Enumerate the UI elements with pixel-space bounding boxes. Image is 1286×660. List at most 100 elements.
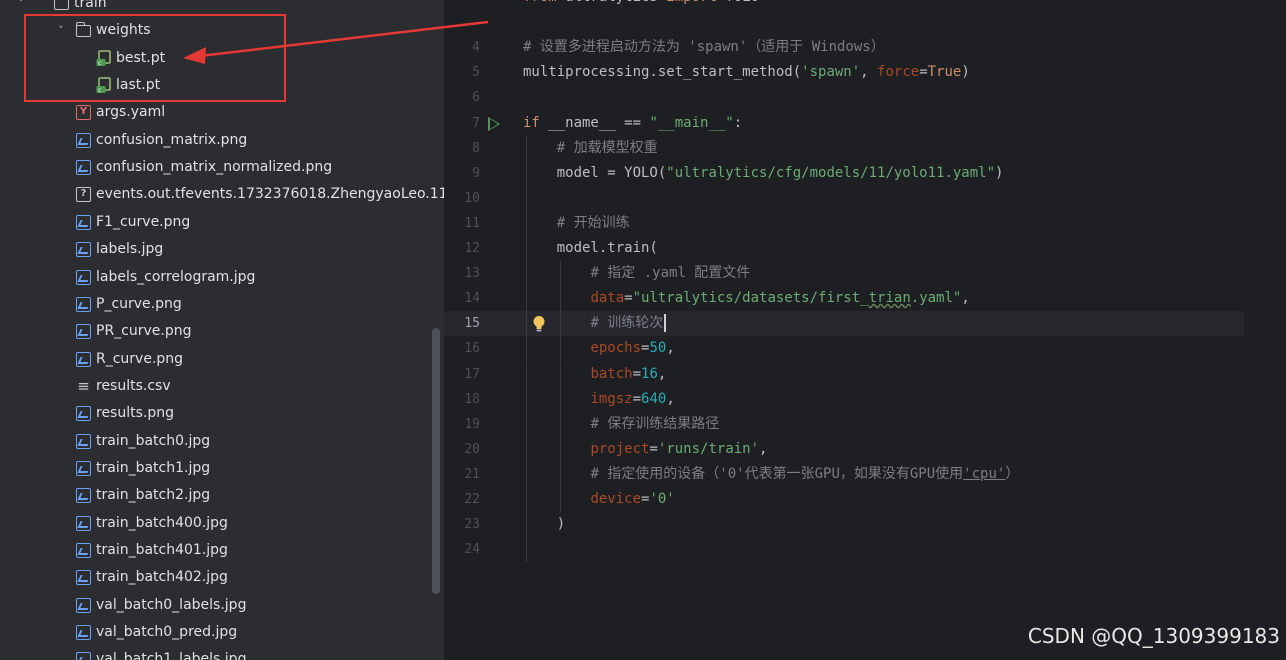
image-file-icon <box>76 214 91 230</box>
line-number: 15 <box>464 316 480 332</box>
code-token: , <box>657 365 667 382</box>
tree-file[interactable]: train_batch1.jpg <box>0 455 432 482</box>
yaml-file-icon: Y <box>76 105 91 121</box>
tree-file[interactable]: results.png <box>0 400 432 427</box>
code-line[interactable]: 7 if __name__ == "__main__": <box>444 111 1244 136</box>
line-number: 9 <box>472 165 480 181</box>
indent-guide <box>526 185 527 211</box>
code-line[interactable]: 16 epochs=50, <box>444 336 1244 362</box>
tree-scrollbar[interactable] <box>432 328 440 594</box>
code-token: # 开始训练 <box>556 214 630 231</box>
code-token: force <box>877 64 920 81</box>
code-token: "ultralytics/cfg/models/11/yolo11.yaml" <box>666 164 996 181</box>
code-line[interactable]: 11 # 开始训练 <box>444 210 1244 236</box>
code-line[interactable]: 15 # 训练轮次 <box>444 311 1244 337</box>
code-token: = <box>919 64 928 81</box>
lightbulb-icon[interactable] <box>532 315 546 333</box>
line-number: 19 <box>464 416 480 432</box>
unknown-file-icon: ? <box>76 187 91 203</box>
tree-file[interactable]: confusion_matrix.png <box>0 127 432 154</box>
code-line[interactable]: 24 <box>444 537 1244 563</box>
tree-item-label: results.png <box>96 405 174 422</box>
image-file-icon <box>76 132 91 148</box>
code-line[interactable]: 20 project='runs/train', <box>444 436 1244 462</box>
tree-file[interactable]: F1_curve.png <box>0 209 432 236</box>
tree-file[interactable]: val_batch0_labels.jpg <box>0 592 432 619</box>
tree-file[interactable]: train_batch2.jpg <box>0 482 432 509</box>
image-file-icon <box>76 460 91 476</box>
code-token: 'runs/train' <box>657 440 760 457</box>
tree-item-label: confusion_matrix_normalized.png <box>96 159 333 176</box>
tree-item-label: P_curve.png <box>96 295 182 312</box>
code-token: , <box>759 440 768 457</box>
code-editor[interactable]: from ultralytics import YOLO 4 # 设置多进程启动方法… <box>444 0 1244 660</box>
code-text: project='runs/train', <box>523 437 767 462</box>
code-line[interactable]: 17 batch=16, <box>444 361 1244 387</box>
tree-file[interactable]: val_batch0_pred.jpg <box>0 619 432 646</box>
code-line[interactable]: 21 # 指定使用的设备（'0'代表第一张GPU，如果没有GPU使用'cpu'） <box>444 461 1244 487</box>
line-number: 10 <box>464 190 480 206</box>
code-text: device='0' <box>523 487 675 512</box>
code-token: project <box>590 440 650 457</box>
code-token: __name__ == <box>539 114 650 131</box>
run-gutter-icon[interactable] <box>488 117 500 131</box>
tree-file[interactable]: train_batch0.jpg <box>0 428 432 455</box>
tree-file[interactable]: val_batch1_labels.jpg <box>0 646 432 660</box>
line-number: 11 <box>464 215 480 231</box>
code-line[interactable]: 8 # 加载模型权重 <box>444 135 1244 161</box>
code-line[interactable]: 19 # 保存训练结果路径 <box>444 411 1244 437</box>
line-number: 22 <box>464 492 480 507</box>
image-file-icon <box>76 488 91 504</box>
code-line[interactable]: 22 device='0' <box>444 487 1244 512</box>
code-token: ultralytics <box>557 0 667 5</box>
image-file-icon <box>76 652 91 660</box>
tree-file[interactable]: labels.jpg <box>0 236 432 263</box>
csv-file-icon: ≡ <box>77 376 90 395</box>
tree-item-label: val_batch1_labels.jpg <box>96 651 247 660</box>
code-line[interactable]: 14 data="ultralytics/datasets/first_tria… <box>444 286 1244 312</box>
line-number: 5 <box>472 65 480 81</box>
code-line[interactable]: 9 model = YOLO("ultralytics/cfg/models/1… <box>444 160 1244 186</box>
tree-file[interactable]: ? events.out.tfevents.1732376018.Zhengyao… <box>0 181 444 208</box>
code-line[interactable] <box>444 10 1244 35</box>
code-token: 50 <box>649 340 667 357</box>
line-number: 23 <box>464 517 480 533</box>
tree-file[interactable]: train_batch400.jpg <box>0 510 432 537</box>
tree-file[interactable]: train_batch401.jpg <box>0 537 432 564</box>
code-token: model.train( <box>523 240 658 256</box>
code-line[interactable]: 18 imgsz=640, <box>444 386 1244 412</box>
tree-file[interactable]: Yargs.yaml <box>0 99 432 126</box>
code-token: 16 <box>641 365 658 382</box>
code-token: True <box>927 64 962 81</box>
line-number: 12 <box>464 241 480 256</box>
code-line[interactable]: 4 # 设置多进程启动方法为 'spawn'（适用于 Windows） <box>444 35 1244 60</box>
code-line[interactable]: 5 multiprocessing.set_start_method('spawn… <box>444 60 1244 85</box>
code-token: '0' <box>649 491 675 507</box>
tree-file[interactable]: confusion_matrix_normalized.png <box>0 154 432 181</box>
tree-item-label: events.out.tfevents.1732376018.ZhengyaoL… <box>96 186 444 203</box>
code-line[interactable]: 13 # 指定 .yaml 配置文件 <box>444 261 1244 287</box>
line-number: 13 <box>464 266 480 282</box>
code-token: = <box>624 290 633 307</box>
tree-item-label: R_curve.png <box>96 350 184 367</box>
image-file-icon <box>76 242 91 258</box>
code-line[interactable]: 10 <box>444 185 1244 211</box>
code-token: import <box>666 0 717 5</box>
tree-file[interactable]: R_curve.png <box>0 346 432 373</box>
tree-item-label: labels.jpg <box>96 241 164 258</box>
code-line[interactable]: from ultralytics import YOLO <box>444 0 1244 10</box>
code-line[interactable]: 12 model.train( <box>444 236 1244 261</box>
tree-file[interactable]: ≡ results.csv <box>0 373 432 400</box>
code-token: # 指定 .yaml 配置文件 <box>590 265 751 282</box>
folder-icon <box>54 0 69 10</box>
image-file-icon <box>76 296 91 312</box>
tree-file[interactable]: train_batch402.jpg <box>0 564 432 591</box>
tree-item-label: train_batch402.jpg <box>96 569 228 586</box>
tree-file[interactable]: PR_curve.png <box>0 318 432 345</box>
code-text: ) <box>523 512 565 537</box>
tree-file[interactable]: labels_correlogram.jpg <box>0 264 432 291</box>
code-line[interactable]: 23 ) <box>444 512 1244 538</box>
tree-file[interactable]: P_curve.png <box>0 291 432 318</box>
code-line[interactable]: 6 <box>444 85 1244 110</box>
